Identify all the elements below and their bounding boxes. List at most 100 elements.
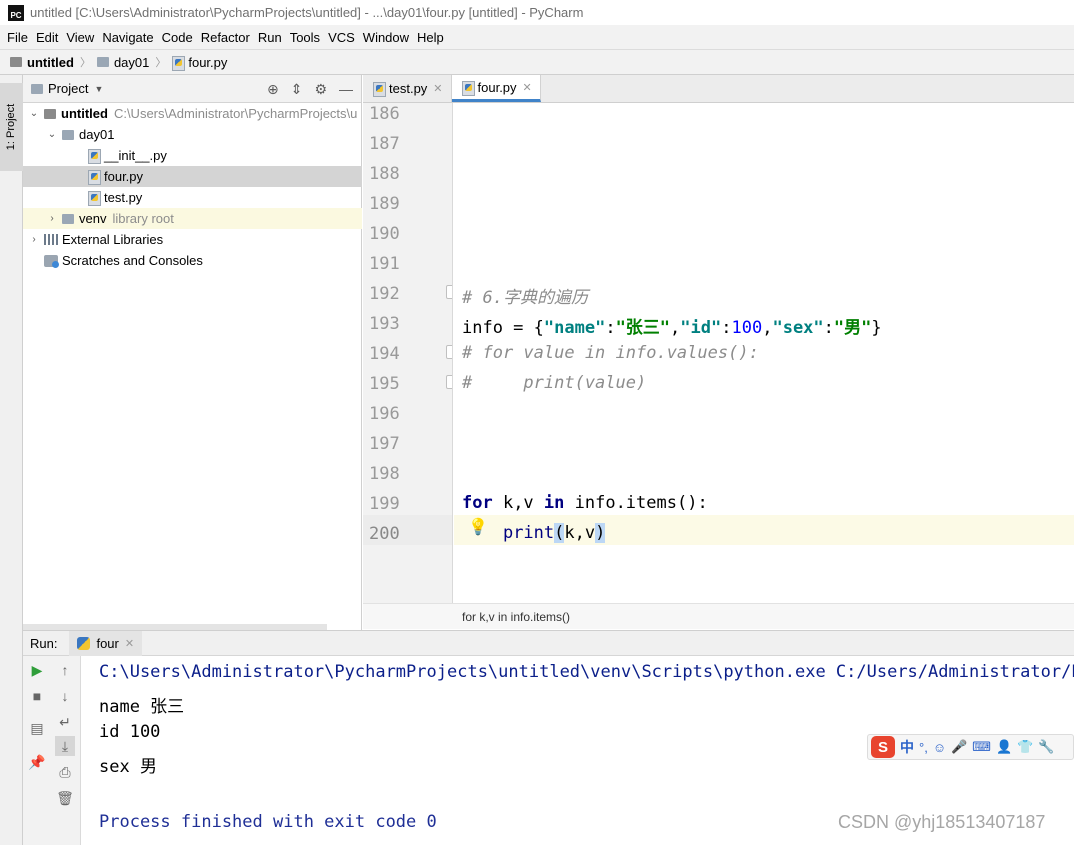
scroll-to-end-icon[interactable]: ⤓ — [55, 736, 75, 756]
chevron-right-icon[interactable]: › — [45, 213, 59, 224]
mic-icon[interactable]: 🎤 — [951, 739, 967, 755]
project-panel-header: Project ▼ ⊕ ⇕ ⚙ — — [23, 75, 361, 103]
menu-refactor[interactable]: Refactor — [198, 30, 253, 45]
code-token: : — [605, 318, 616, 338]
code-line-193[interactable]: info = {"name":"张三","id":100,"sex":"男"} — [462, 313, 882, 338]
menu-view[interactable]: View — [63, 30, 97, 45]
pycharm-logo-icon: PC — [8, 4, 24, 21]
tree-item-init-py[interactable]: __init__.py — [23, 145, 362, 166]
line-number: 199 — [369, 494, 400, 514]
close-icon[interactable]: ✕ — [125, 637, 134, 650]
nav-crumb-file[interactable]: four.py — [172, 55, 227, 71]
code-line-195[interactable]: # print(value) — [462, 373, 646, 393]
nav-crumb-day01[interactable]: day01 — [96, 54, 150, 70]
smile-icon[interactable]: ☺ — [933, 740, 946, 755]
chevron-right-icon: 〉 — [79, 57, 91, 69]
wrench-icon[interactable]: 🔧 — [1038, 739, 1054, 755]
code-line-199[interactable]: for k,v in info.items(): — [462, 493, 708, 513]
run-toolbar: ▶ ↑ ■ ↓ ↵ ▤ ⤓ 📌 ⎙ 🗑 — [23, 656, 81, 845]
gear-icon[interactable]: ⚙ — [314, 81, 327, 98]
tab-four-py[interactable]: four.py ✕ — [451, 75, 541, 102]
nav-crumb-label: day01 — [113, 54, 150, 70]
fold-marker-icon[interactable] — [446, 345, 452, 359]
tree-item-label: External Libraries — [62, 232, 164, 247]
fold-marker-icon[interactable] — [446, 375, 452, 389]
tree-item-scratches[interactable]: Scratches and Consoles — [23, 250, 362, 271]
sogou-logo-icon[interactable]: S — [871, 736, 895, 758]
chevron-right-icon[interactable]: › — [27, 234, 41, 245]
chevron-down-icon[interactable]: ⌄ — [27, 108, 41, 119]
tree-item-day01[interactable]: ⌄ day01 — [23, 124, 362, 145]
lightbulb-icon[interactable]: 💡 — [468, 517, 488, 537]
user-icon[interactable]: 👤 — [996, 739, 1012, 755]
menu-vcs[interactable]: VCS — [325, 30, 358, 45]
menu-code[interactable]: Code — [159, 30, 196, 45]
menu-run[interactable]: Run — [255, 30, 285, 45]
tree-item-root[interactable]: ⌄ untitled C:\Users\Administrator\Pychar… — [23, 103, 362, 124]
shirt-icon[interactable]: 👕 — [1017, 739, 1033, 755]
tab-test-py[interactable]: test.py ✕ — [363, 75, 452, 102]
menu-window[interactable]: Window — [360, 30, 412, 45]
menu-bar: File Edit View Navigate Code Refactor Ru… — [0, 25, 1074, 49]
tab-label: four.py — [477, 79, 517, 95]
ime-mode[interactable]: 中 — [900, 737, 914, 757]
tree-item-test-py[interactable]: test.py — [23, 187, 362, 208]
code-token: info = { — [462, 318, 544, 338]
tree-item-venv[interactable]: › venv library root — [23, 208, 362, 229]
folder-icon — [62, 129, 74, 140]
code-token: , — [762, 318, 773, 338]
layout-icon[interactable]: ▤ — [27, 718, 47, 738]
code-token: : — [721, 318, 732, 338]
close-icon[interactable]: ✕ — [433, 82, 442, 95]
chevron-down-icon[interactable]: ⌄ — [45, 129, 59, 140]
menu-help[interactable]: Help — [414, 30, 447, 45]
pin-icon[interactable]: 📌 — [27, 752, 47, 772]
code-comment: # 6.字典的遍历 — [462, 288, 588, 308]
code-line-194[interactable]: # for value in info.values(): — [462, 343, 759, 363]
code-token: } — [871, 318, 882, 338]
code-token: : — [823, 318, 834, 338]
rerun-icon[interactable]: ▶ — [27, 660, 47, 680]
project-tool-tab[interactable]: 1: Project — [0, 83, 23, 171]
locate-icon[interactable]: ⊕ — [267, 81, 279, 98]
ime-punct[interactable]: °, — [919, 740, 928, 755]
line-number: 197 — [369, 434, 400, 454]
code-string: "男" — [833, 318, 872, 338]
print-icon[interactable]: ⎙ — [55, 762, 75, 782]
code-bracket: ( — [554, 523, 565, 543]
trash-icon[interactable]: 🗑 — [55, 788, 75, 808]
run-tab-four[interactable]: four ✕ — [69, 630, 143, 656]
collapse-all-icon[interactable]: ⇕ — [291, 81, 303, 98]
nav-crumb-project[interactable]: untitled — [10, 55, 74, 70]
line-number: 198 — [369, 464, 400, 484]
editor-tab-bar: test.py ✕ four.py ✕ — [363, 75, 1074, 103]
arrow-down-icon[interactable]: ↓ — [55, 686, 75, 706]
soft-wrap-icon[interactable]: ↵ — [55, 712, 75, 732]
folder-icon — [44, 108, 56, 119]
stop-icon[interactable]: ■ — [27, 686, 47, 706]
line-number: 195 — [369, 374, 400, 394]
tree-item-label: __init__.py — [104, 148, 167, 163]
line-number: 193 — [369, 314, 400, 334]
code-line-192[interactable]: # 6.字典的遍历 — [462, 283, 588, 308]
close-icon[interactable]: ✕ — [523, 81, 532, 94]
keyboard-icon[interactable]: ⌨ — [972, 739, 991, 755]
menu-file[interactable]: File — [4, 30, 31, 45]
minimize-icon[interactable]: — — [339, 81, 353, 98]
tree-item-label: untitled — [61, 106, 108, 121]
arrow-up-icon[interactable]: ↑ — [55, 660, 75, 680]
code-editor[interactable]: # 6.字典的遍历 info = {"name":"张三","id":100,"… — [454, 103, 1074, 603]
code-builtin: print — [502, 523, 555, 543]
line-number: 186 — [369, 104, 400, 124]
caret-down-icon[interactable]: ▼ — [94, 84, 103, 94]
breadcrumb-item[interactable]: for k,v in info.items() — [462, 610, 570, 624]
tree-item-four-py[interactable]: four.py — [23, 166, 362, 187]
libraries-icon — [44, 234, 58, 245]
project-panel-title[interactable]: Project — [48, 81, 88, 96]
menu-navigate[interactable]: Navigate — [99, 30, 156, 45]
code-number: 100 — [731, 318, 763, 338]
menu-edit[interactable]: Edit — [33, 30, 61, 45]
menu-tools[interactable]: Tools — [287, 30, 323, 45]
tree-item-external-libraries[interactable]: › External Libraries — [23, 229, 362, 250]
fold-marker-icon[interactable] — [446, 285, 452, 299]
